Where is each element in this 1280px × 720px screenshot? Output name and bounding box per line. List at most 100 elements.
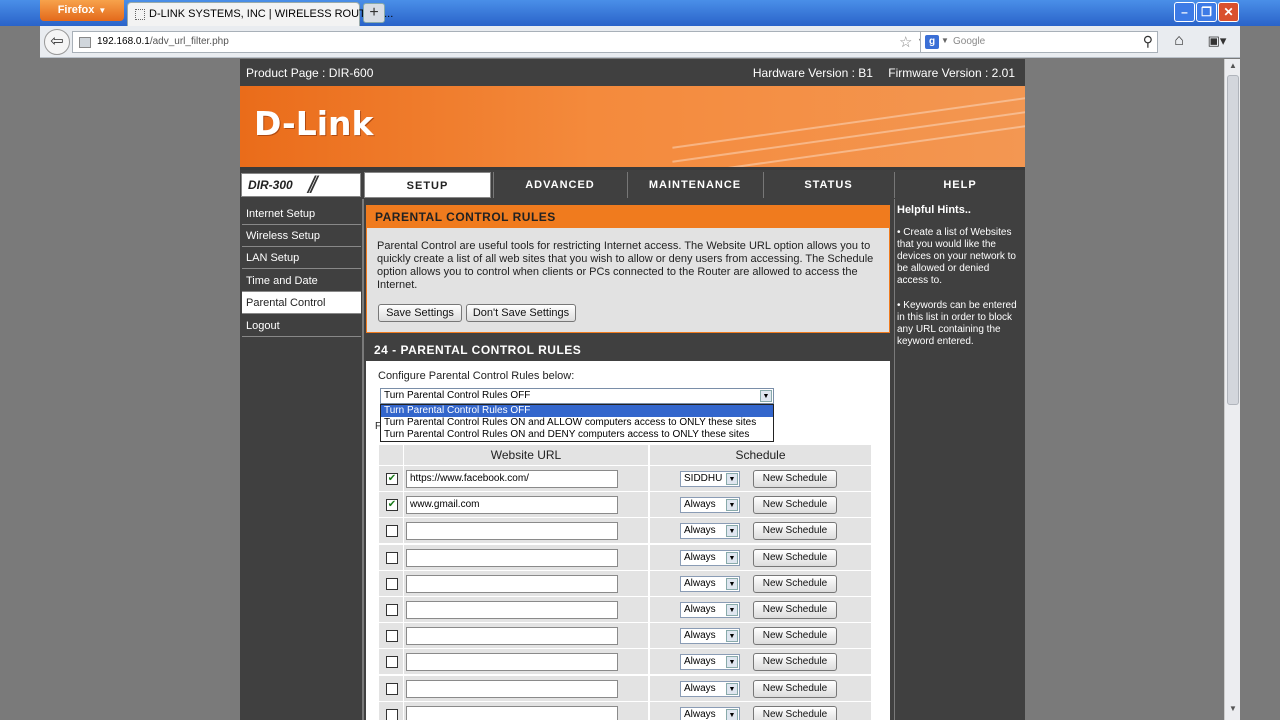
schedule-value: Always: [684, 656, 716, 668]
website-url-input[interactable]: [406, 548, 618, 567]
schedule-select[interactable]: Always ▼: [680, 575, 740, 592]
search-engine-icon[interactable]: g: [925, 35, 939, 49]
dont-save-settings-button[interactable]: Don't Save Settings: [466, 304, 576, 322]
chevron-down-icon[interactable]: ▼: [726, 604, 738, 616]
new-schedule-button[interactable]: New Schedule: [753, 601, 837, 619]
schedule-select[interactable]: Always ▼: [680, 602, 740, 618]
new-schedule-button[interactable]: New Schedule: [753, 627, 837, 646]
navigation-toolbar: ⇦ 192.168.0.1/adv_url_filter.php ☆ ▼ ↻ g…: [40, 26, 1240, 58]
maximize-button[interactable]: ❐: [1196, 2, 1217, 22]
tab-help[interactable]: HELP: [894, 172, 1025, 198]
sidebar-item-logout[interactable]: Logout: [242, 315, 361, 337]
rule-checkbox[interactable]: [386, 604, 398, 616]
schedule-select[interactable]: Always ▼: [680, 497, 740, 514]
home-icon[interactable]: ⌂: [1168, 31, 1190, 53]
new-schedule-button[interactable]: New Schedule: [753, 522, 837, 541]
rule-checkbox[interactable]: [386, 577, 398, 590]
chevron-down-icon[interactable]: ▼: [726, 577, 738, 590]
new-schedule-button[interactable]: New Schedule: [753, 496, 837, 515]
new-schedule-button[interactable]: New Schedule: [753, 548, 837, 567]
scroll-down-icon[interactable]: ▼: [1227, 704, 1239, 716]
tab-setup[interactable]: SETUP: [364, 172, 491, 198]
sidebar-item-internet-setup[interactable]: Internet Setup: [242, 203, 361, 225]
rule-checkbox[interactable]: [386, 682, 398, 695]
schedule-select[interactable]: Always ▼: [680, 654, 740, 671]
new-schedule-button[interactable]: New Schedule: [753, 470, 837, 488]
website-url-input[interactable]: [406, 601, 618, 619]
bookmarks-menu-icon[interactable]: ▣▾: [1202, 31, 1232, 53]
schedule-select[interactable]: Always ▼: [680, 628, 740, 645]
website-url-input[interactable]: https://www.facebook.com/: [406, 470, 618, 488]
website-url-input[interactable]: [406, 627, 618, 646]
chevron-down-icon[interactable]: ▼: [760, 390, 772, 402]
new-schedule-button[interactable]: New Schedule: [753, 574, 837, 593]
mode-option[interactable]: Turn Parental Control Rules ON and DENY …: [381, 429, 773, 441]
firefox-menu-button[interactable]: Firefox ▼: [40, 0, 124, 21]
search-bar[interactable]: g ▼ Google ⚲: [920, 31, 1158, 53]
url-cell: [404, 518, 649, 544]
chevron-down-icon[interactable]: ▼: [726, 682, 738, 695]
chevron-down-icon[interactable]: ▼: [726, 630, 738, 643]
tab-maintenance[interactable]: MAINTENANCE: [627, 172, 762, 198]
main-nav: DIR-300 // SETUP ADVANCED MAINTENANCE ST…: [240, 170, 1025, 199]
new-schedule-button[interactable]: New Schedule: [753, 679, 837, 698]
new-tab-button[interactable]: +: [363, 3, 385, 23]
back-button[interactable]: ⇦: [44, 29, 70, 55]
section-description: Parental Control are useful tools for re…: [377, 240, 874, 291]
schedule-select[interactable]: Always ▼: [680, 706, 740, 720]
url-text: 192.168.0.1/adv_url_filter.php: [97, 36, 229, 47]
chevron-down-icon[interactable]: ▼: [726, 525, 738, 538]
schedule-select[interactable]: Always ▼: [680, 549, 740, 566]
schedule-select[interactable]: SIDDHU ▼: [680, 471, 740, 487]
sidebar-item-time-and-date[interactable]: Time and Date: [242, 270, 361, 292]
schedule-value: SIDDHU: [684, 473, 723, 484]
search-icon[interactable]: ⚲: [1143, 33, 1153, 50]
mode-option[interactable]: Turn Parental Control Rules OFF: [381, 405, 773, 417]
chevron-down-icon[interactable]: ▼: [726, 499, 738, 512]
rule-checkbox[interactable]: [386, 656, 398, 669]
rule-checkbox[interactable]: [386, 525, 398, 538]
sidebar-item-wireless-setup[interactable]: Wireless Setup: [242, 225, 361, 247]
chevron-down-icon[interactable]: ▼: [726, 708, 738, 720]
chevron-down-icon[interactable]: ▼: [726, 551, 738, 564]
new-schedule-button[interactable]: New Schedule: [753, 653, 837, 672]
scroll-up-icon[interactable]: ▲: [1227, 61, 1239, 73]
url-cell: www.gmail.com: [404, 492, 649, 518]
bookmark-star-icon[interactable]: ☆: [899, 33, 912, 51]
minimize-button[interactable]: –: [1174, 2, 1195, 22]
new-schedule-button[interactable]: New Schedule: [753, 705, 837, 720]
website-url-input[interactable]: [406, 522, 618, 541]
rule-checkbox[interactable]: ✔: [386, 499, 398, 512]
configure-label: Configure Parental Control Rules below:: [378, 370, 575, 382]
rule-checkbox[interactable]: [386, 708, 398, 720]
schedule-select[interactable]: Always ▼: [680, 523, 740, 540]
sidebar-item-parental-control[interactable]: Parental Control: [242, 292, 361, 314]
product-page-label: Product Page : DIR-600: [246, 66, 374, 80]
address-bar[interactable]: 192.168.0.1/adv_url_filter.php ☆ ▼ ↻: [72, 31, 952, 53]
mode-option[interactable]: Turn Parental Control Rules ON and ALLOW…: [381, 417, 773, 429]
save-settings-button[interactable]: Save Settings: [378, 304, 462, 322]
rule-checkbox[interactable]: [386, 630, 398, 643]
scrollbar-thumb[interactable]: [1227, 75, 1239, 405]
rule-checkbox[interactable]: ✔: [386, 473, 398, 485]
website-url-input[interactable]: [406, 653, 618, 672]
website-url-input[interactable]: [406, 574, 618, 593]
vertical-scrollbar[interactable]: ▲ ▼: [1224, 59, 1240, 720]
parental-control-mode-select[interactable]: Turn Parental Control Rules OFF ▼: [380, 388, 774, 404]
tab-advanced[interactable]: ADVANCED: [493, 172, 626, 198]
url-cell: [404, 701, 649, 720]
tab-status[interactable]: STATUS: [763, 172, 893, 198]
chevron-down-icon[interactable]: ▼: [726, 473, 738, 485]
sidebar-item-lan-setup[interactable]: LAN Setup: [242, 247, 361, 269]
help-hint: • Keywords can be entered in this list i…: [897, 300, 1017, 347]
website-url-input[interactable]: www.gmail.com: [406, 496, 618, 515]
rule-checkbox[interactable]: [386, 551, 398, 564]
chevron-down-icon[interactable]: ▼: [941, 36, 949, 45]
checkbox-cell: [379, 597, 404, 622]
website-url-input[interactable]: [406, 679, 618, 698]
close-button[interactable]: ✕: [1218, 2, 1239, 22]
browser-tab[interactable]: D-LINK SYSTEMS, INC | WIRELESS ROUTER ..…: [127, 2, 393, 26]
website-url-input[interactable]: [406, 705, 618, 720]
schedule-select[interactable]: Always ▼: [680, 680, 740, 697]
chevron-down-icon[interactable]: ▼: [726, 656, 738, 669]
